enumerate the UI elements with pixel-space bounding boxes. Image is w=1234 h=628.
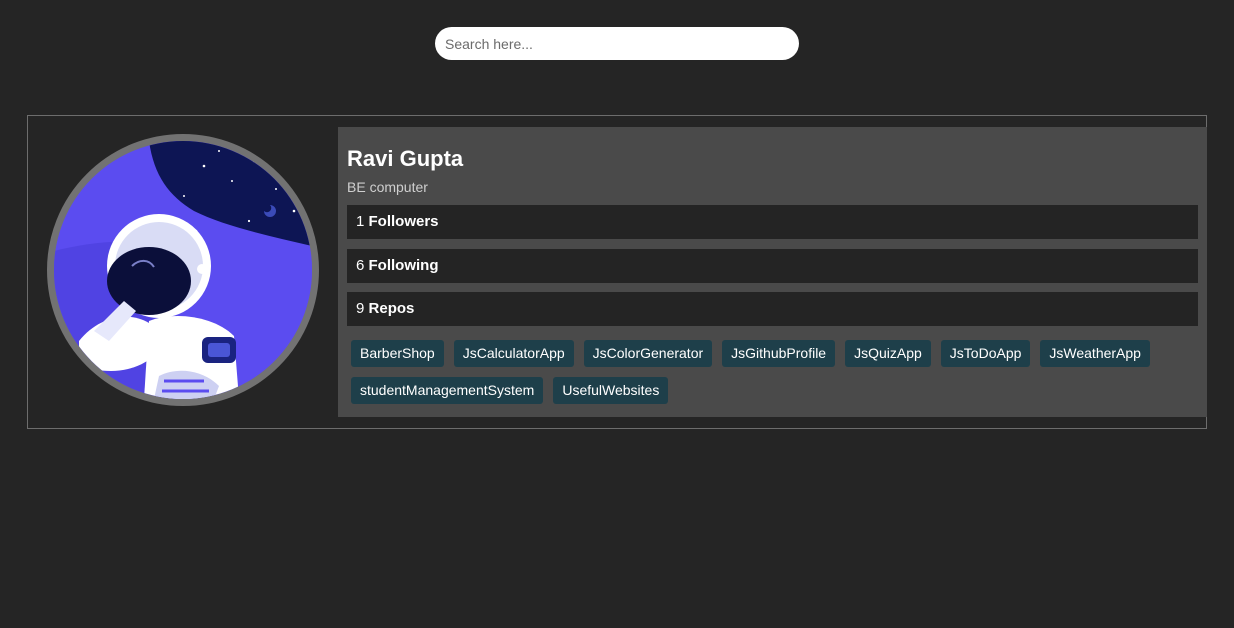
repo-link[interactable]: JsCalculatorApp xyxy=(453,340,574,367)
following-count: 6 xyxy=(356,257,365,274)
followers-label: Followers xyxy=(368,213,439,230)
repos-label: Repos xyxy=(368,300,415,317)
repos-count: 9 xyxy=(356,300,365,317)
profile-name: Ravi Gupta xyxy=(347,146,464,171)
repo-link[interactable]: BarberShop xyxy=(351,340,444,367)
stat-repos: 9 Repos xyxy=(347,292,1198,326)
profile-card: Ravi Gupta BE computer 1 Followers 6 Fol… xyxy=(27,115,1207,429)
repo-link[interactable]: UsefulWebsites xyxy=(553,377,669,404)
profile-bio: BE computer xyxy=(347,179,428,195)
repo-link[interactable]: JsWeatherApp xyxy=(1040,340,1150,367)
avatar xyxy=(47,134,319,406)
search-input[interactable] xyxy=(435,27,799,60)
repo-link[interactable]: JsToDoApp xyxy=(940,340,1031,367)
astronaut-avatar-icon xyxy=(54,141,312,399)
profile-info-panel: Ravi Gupta BE computer 1 Followers 6 Fol… xyxy=(338,127,1207,417)
repo-link[interactable]: studentManagementSystem xyxy=(351,377,544,404)
stat-following: 6 Following xyxy=(347,249,1198,283)
repo-link[interactable]: JsColorGenerator xyxy=(583,340,713,367)
following-label: Following xyxy=(368,257,439,274)
search-bar xyxy=(435,27,799,60)
stat-followers: 1 Followers xyxy=(347,205,1198,239)
followers-count: 1 xyxy=(356,213,365,230)
repo-list: BarberShop JsCalculatorApp JsColorGenera… xyxy=(351,340,1196,404)
repo-link[interactable]: JsGithubProfile xyxy=(722,340,836,367)
repo-link[interactable]: JsQuizApp xyxy=(845,340,931,367)
